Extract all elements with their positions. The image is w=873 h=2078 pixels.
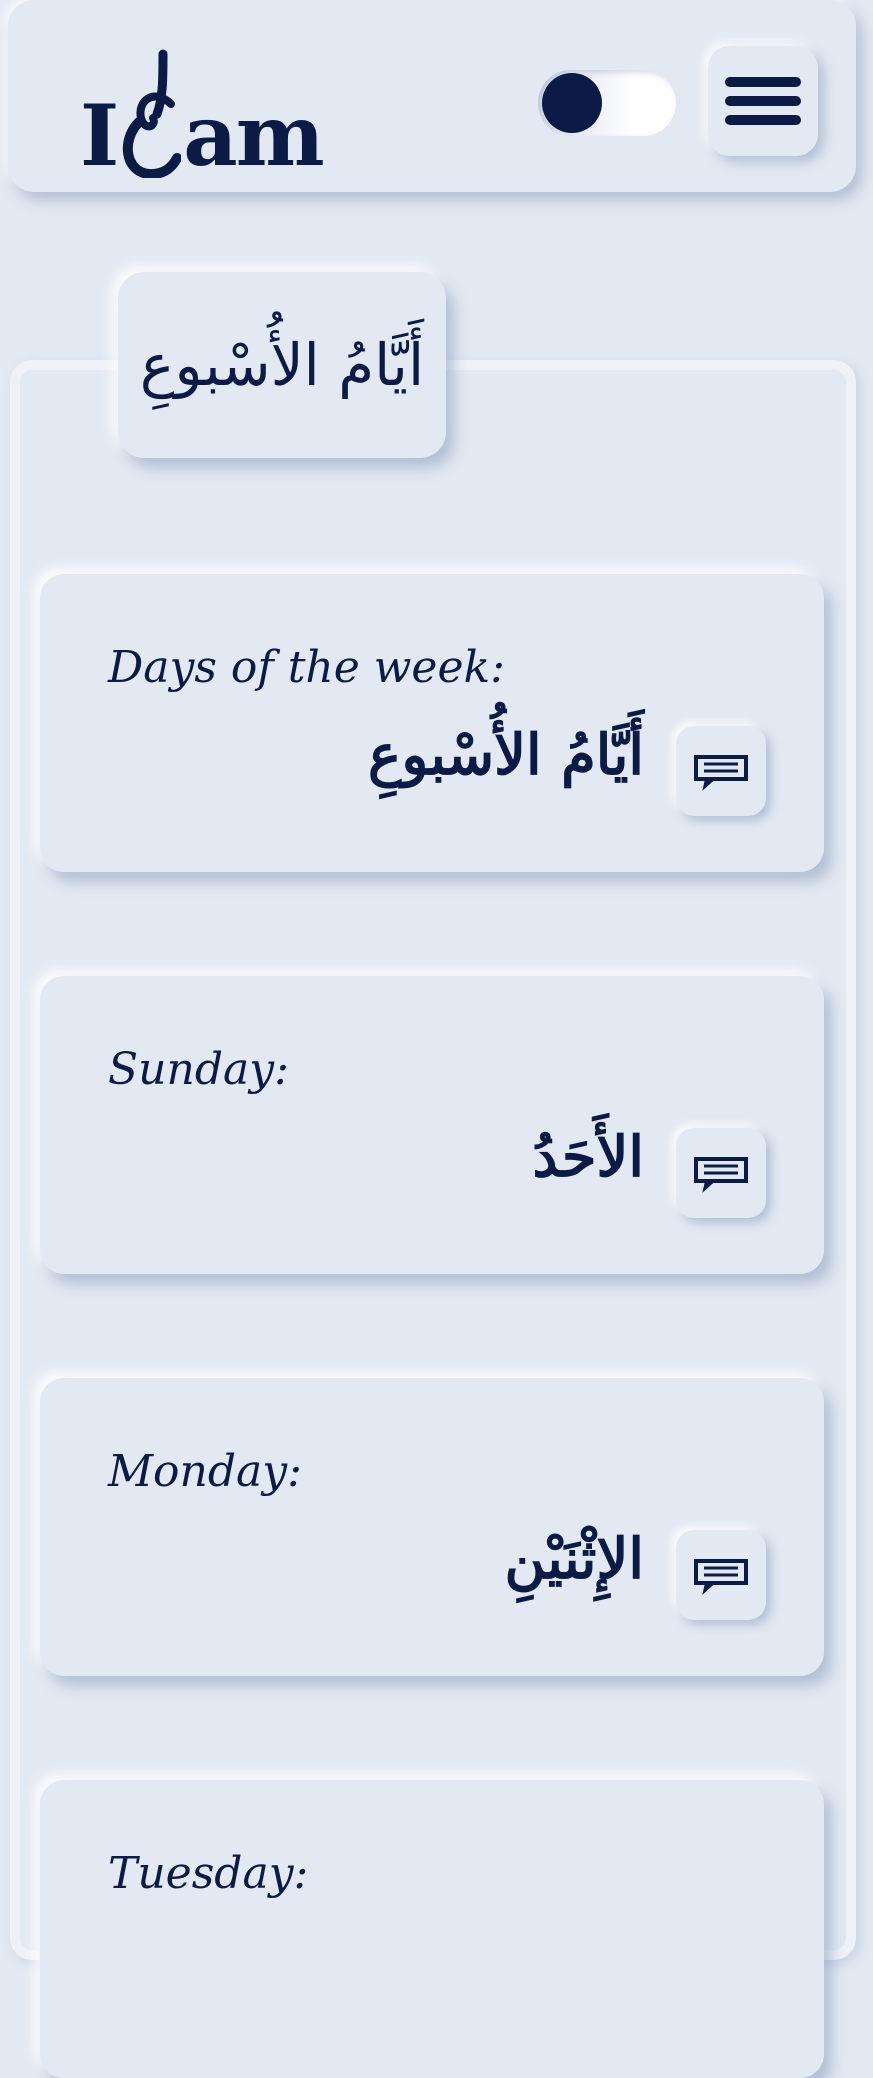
hamburger-icon-line	[725, 96, 801, 106]
arabic-term: الإِثْنَيْنِ	[504, 1526, 644, 1592]
arabic-term: الأَحَدُ	[532, 1124, 644, 1190]
pronounce-button[interactable]	[676, 1128, 766, 1218]
section-title: أَيَّامُ الأُسْبوعِ	[139, 331, 425, 399]
arabic-term: أَيَّامُ الأُسْبوعِ	[367, 722, 644, 788]
speech-bubble-icon	[694, 1559, 748, 1595]
toggle-knob	[542, 73, 602, 133]
hamburger-icon-line	[725, 77, 801, 87]
theme-toggle[interactable]	[538, 70, 676, 136]
arabic-ayn-logo-glyph	[123, 49, 182, 178]
menu-button[interactable]	[708, 46, 818, 156]
logo[interactable]: I am	[80, 48, 325, 185]
english-term: Days of the week:	[108, 642, 505, 693]
vocab-card: Tuesday:	[40, 1780, 824, 2078]
pronounce-button[interactable]	[676, 1530, 766, 1620]
vocab-card: Sunday: الأَحَدُ	[40, 976, 824, 1274]
english-term: Sunday:	[108, 1044, 289, 1095]
section-title-tab: أَيَّامُ الأُسْبوعِ	[118, 272, 446, 458]
hamburger-icon-line	[725, 115, 801, 125]
app-header: I am	[8, 0, 856, 192]
vocab-card: Monday: الإِثْنَيْنِ	[40, 1378, 824, 1676]
logo-letters-am: am	[183, 86, 324, 185]
vocab-card: Days of the week: أَيَّامُ الأُسْبوعِ	[40, 574, 824, 872]
speech-bubble-icon	[694, 1157, 748, 1193]
english-term: Tuesday:	[108, 1848, 309, 1899]
speech-bubble-icon	[694, 755, 748, 791]
pronounce-button[interactable]	[676, 726, 766, 816]
logo-letter-i: I	[80, 86, 119, 185]
english-term: Monday:	[108, 1446, 302, 1497]
